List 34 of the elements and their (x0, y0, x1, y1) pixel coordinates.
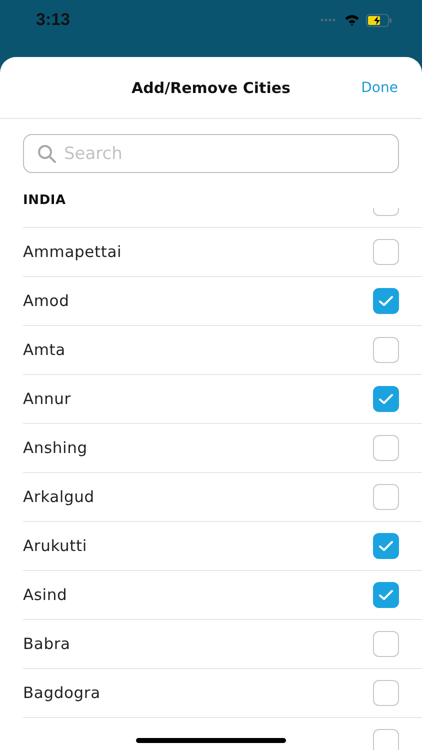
checkbox[interactable] (373, 484, 399, 510)
checkbox[interactable] (373, 680, 399, 706)
signal-icon (320, 18, 338, 22)
checkbox[interactable] (373, 239, 399, 265)
city-name: Anshing (23, 439, 88, 457)
city-name: Amta (23, 341, 66, 359)
checkbox[interactable] (373, 337, 399, 363)
city-name: Ammapettai (23, 243, 122, 261)
wifi-icon (344, 14, 360, 26)
city-name: Babra (23, 635, 70, 653)
status-time: 3:13 (36, 10, 70, 30)
checkbox[interactable] (373, 288, 399, 314)
checkbox[interactable] (373, 631, 399, 657)
section-header: INDIA (23, 193, 67, 208)
city-name: Arkalgud (23, 488, 94, 506)
city-name: Arukutti (23, 537, 87, 555)
city-name: Asind (23, 586, 68, 604)
battery-icon (366, 14, 392, 26)
done-button[interactable]: Done (361, 76, 398, 100)
city-name: Bagdogra (23, 684, 100, 702)
checkbox[interactable] (373, 386, 399, 412)
checkmark-icon (378, 589, 394, 601)
search-icon (37, 144, 57, 164)
city-name: Annur (23, 390, 71, 408)
checkbox[interactable] (373, 582, 399, 608)
checkmark-icon (378, 393, 394, 405)
checkbox[interactable] (373, 533, 399, 559)
checkmark-icon (378, 540, 394, 552)
city-name: Amod (23, 292, 70, 310)
search-field[interactable]: Search (23, 134, 399, 173)
checkbox[interactable] (373, 729, 399, 750)
sheet-title: Add/Remove Cities (132, 78, 290, 96)
checkmark-icon (378, 295, 394, 307)
checkbox[interactable] (373, 435, 399, 461)
